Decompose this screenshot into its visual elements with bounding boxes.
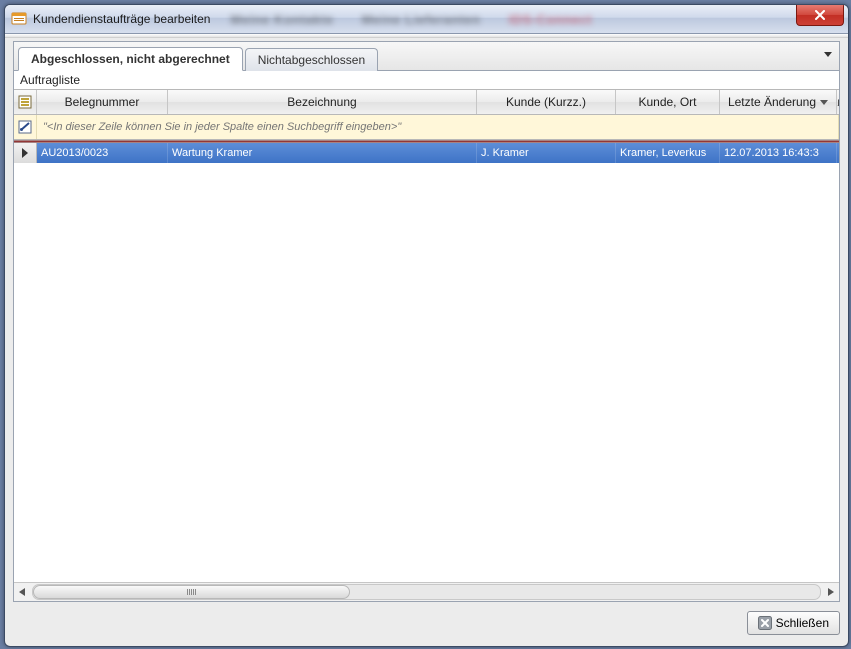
table-row[interactable]: AU2013/0023 Wartung Kramer J. Kramer Kra…: [14, 143, 839, 163]
grid-empty-area: [14, 163, 839, 582]
dialog-footer: Schließen: [13, 608, 840, 638]
close-icon: [814, 10, 826, 20]
app-window: Kundendienstaufträge bearbeiten Meine Ko…: [4, 4, 849, 647]
app-icon: [11, 11, 27, 27]
column-header-bezeichnung[interactable]: Bezeichnung: [168, 90, 477, 114]
row-indicator: [14, 143, 37, 163]
chevron-right-icon: [828, 588, 834, 596]
chevron-down-icon: [824, 52, 832, 58]
chrome-divider: [5, 34, 848, 38]
cell-belegnummer: AU2013/0023: [37, 143, 168, 163]
horizontal-scrollbar[interactable]: [14, 582, 839, 601]
close-button[interactable]: Schließen: [747, 611, 840, 635]
window-title: Kundendienstaufträge bearbeiten: [33, 12, 210, 26]
filter-row-indicator[interactable]: [14, 115, 37, 139]
window-close-button[interactable]: [796, 5, 844, 26]
grid-body: AU2013/0023 Wartung Kramer J. Kramer Kra…: [14, 140, 839, 582]
grid-header-row: Belegnummer Bezeichnung Kunde (Kurzz.) K…: [14, 90, 839, 115]
cell-bezeichnung: Wartung Kramer: [168, 143, 477, 163]
column-header-belegnummer[interactable]: Belegnummer: [37, 90, 168, 114]
chevron-left-icon: [19, 588, 25, 596]
grid-selector-header[interactable]: [14, 90, 37, 114]
cell-kunde-ort: Kramer, Leverkus: [616, 143, 720, 163]
selector-icon: [18, 95, 32, 109]
grid-filter-input[interactable]: [41, 120, 834, 134]
cell-anw: Abgeschl: [837, 143, 839, 163]
sort-desc-icon: [820, 100, 828, 105]
column-header-letzte-aenderung[interactable]: Letzte Änderung: [720, 90, 837, 114]
cell-letzte-aenderung: 12.07.2013 16:43:3: [720, 143, 837, 163]
close-button-label: Schließen: [776, 616, 829, 630]
tab-overflow-button[interactable]: [821, 48, 835, 62]
tab-abgeschlossen[interactable]: Abgeschlossen, nicht abgerechnet: [18, 47, 243, 71]
column-header-kunde-kurz[interactable]: Kunde (Kurzz.): [477, 90, 616, 114]
background-toolbar-blur: Meine KontakteMeine LieferantenIDS-Conne…: [230, 12, 592, 27]
window-controls: [796, 5, 848, 26]
tab-strip: Abgeschlossen, nicht abgerechnet Nichtab…: [14, 42, 839, 71]
scroll-grip-icon: [181, 589, 201, 595]
data-grid: Belegnummer Bezeichnung Kunde (Kurzz.) K…: [14, 89, 839, 601]
titlebar: Kundendienstaufträge bearbeiten Meine Ko…: [5, 5, 848, 34]
scroll-thumb[interactable]: [33, 585, 350, 599]
cell-kunde-kurz: J. Kramer: [477, 143, 616, 163]
section-label: Auftragliste: [14, 71, 839, 89]
current-row-icon: [21, 148, 29, 158]
content-panel: Abgeschlossen, nicht abgerechnet Nichtab…: [13, 41, 840, 602]
tab-nichtabgeschlossen[interactable]: Nichtabgeschlossen: [245, 48, 378, 71]
scroll-track[interactable]: [32, 584, 821, 600]
grid-filter-row: [14, 115, 839, 140]
scroll-left-button[interactable]: [14, 584, 30, 600]
filter-icon: [18, 120, 32, 134]
close-box-icon: [758, 616, 772, 630]
column-header-anw[interactable]: Anw: [837, 90, 839, 114]
scroll-right-button[interactable]: [823, 584, 839, 600]
column-header-kunde-ort[interactable]: Kunde, Ort: [616, 90, 720, 114]
